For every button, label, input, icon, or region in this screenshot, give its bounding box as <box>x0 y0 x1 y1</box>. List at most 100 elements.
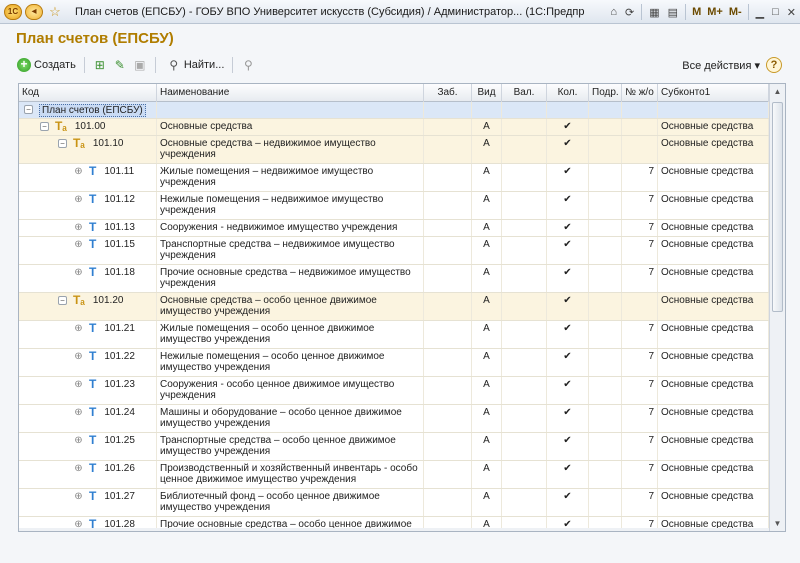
cell-name: Машины и оборудование – особо ценное дви… <box>157 405 424 432</box>
cell-currency <box>502 119 547 135</box>
account-icon: T <box>89 164 97 178</box>
refresh-icon[interactable]: ⟳ <box>625 6 634 19</box>
expand-icon[interactable]: ⊕ <box>74 195 83 205</box>
edit-pencil-icon[interactable]: ✎ <box>112 57 128 73</box>
collapse-icon[interactable]: − <box>40 122 49 131</box>
cell-type <box>472 102 502 118</box>
root-label: План счетов (ЕПСБУ) <box>39 104 146 117</box>
column-header-quantity[interactable]: Кол. <box>547 84 589 102</box>
cell-off-balance <box>424 461 472 488</box>
cell-name: Нежилые помещения – особо ценное движимо… <box>157 349 424 376</box>
window-titlebar: 1С ◂ ☆ План счетов (ЕПСБУ) - ГОБУ ВПО Ун… <box>0 0 800 24</box>
app-logo-icon[interactable]: 1С <box>4 3 22 20</box>
expand-icon[interactable]: ⊕ <box>74 223 83 233</box>
account-group-icon: Tₐ <box>73 293 85 307</box>
create-button[interactable]: + Создать <box>14 56 79 74</box>
add-group-icon[interactable]: ⊞ <box>92 57 108 73</box>
cell-department <box>589 164 622 191</box>
table-row[interactable]: − План счетов (ЕПСБУ) <box>19 102 769 119</box>
table-row[interactable]: − Tₐ 101.10 Основные средства – недвижимое … <box>19 136 769 164</box>
cell-type: А <box>472 119 502 135</box>
calculator-icon[interactable]: ▦ <box>649 6 659 19</box>
expand-icon[interactable]: ⊕ <box>74 352 83 362</box>
column-header-department[interactable]: Подр. <box>589 84 622 102</box>
expand-icon[interactable]: ⊕ <box>74 324 83 334</box>
titlebar-separator <box>641 4 643 20</box>
cell-off-balance <box>424 220 472 236</box>
column-header-off-balance[interactable]: Заб. <box>424 84 472 102</box>
scroll-thumb[interactable] <box>772 102 783 312</box>
command-toolbar: + Создать ⊞ ✎ ▣ ⚲ Найти... ⚲ Все действи… <box>14 55 786 75</box>
cell-department <box>589 119 622 135</box>
expand-icon[interactable]: ⊕ <box>74 464 83 474</box>
table-row[interactable]: ⊕ T 101.25 Транспортные средства – особо це… <box>19 433 769 461</box>
cell-subconto1: Основные средства <box>658 349 769 376</box>
cell-currency <box>502 349 547 376</box>
cell-journal: 7 <box>622 377 658 404</box>
cell-quantity: ✔ <box>547 293 589 320</box>
table-row[interactable]: ⊕ T 101.26 Производственный и хозяйственный… <box>19 461 769 489</box>
delete-mark-icon[interactable]: ▣ <box>132 57 148 73</box>
expand-icon[interactable]: ⊕ <box>74 268 83 278</box>
table-row[interactable]: ⊕ T 101.18 Прочие основные средства – недви… <box>19 265 769 293</box>
scroll-down-icon[interactable]: ▼ <box>770 516 785 531</box>
collapse-icon[interactable]: − <box>58 296 67 305</box>
expand-icon[interactable]: ⊕ <box>74 380 83 390</box>
collapse-icon[interactable]: − <box>24 105 33 114</box>
cell-off-balance <box>424 164 472 191</box>
help-button[interactable]: ? <box>766 57 782 73</box>
collapse-icon[interactable]: − <box>58 139 67 148</box>
table-row[interactable]: ⊕ T 101.27 Библиотечный фонд – особо ценное… <box>19 489 769 517</box>
magnifier-icon: ⚲ <box>169 58 179 72</box>
favorite-star-icon[interactable]: ☆ <box>46 4 64 20</box>
column-header-code[interactable]: Код <box>19 84 157 102</box>
cell-quantity: ✔ <box>547 220 589 236</box>
table-row[interactable]: − Tₐ 101.00 Основные средства А ✔ Основные сре… <box>19 119 769 136</box>
expand-icon[interactable]: ⊕ <box>74 167 83 177</box>
maximize-icon[interactable]: □ <box>772 6 779 18</box>
table-row[interactable]: ⊕ T 101.24 Машины и оборудование – особо це… <box>19 405 769 433</box>
table-row[interactable]: − Tₐ 101.20 Основные средства – особо ценно… <box>19 293 769 321</box>
expand-icon[interactable]: ⊕ <box>74 408 83 418</box>
table-row[interactable]: ⊕ T 101.12 Нежилые помещения – недвижимое и… <box>19 192 769 220</box>
table-row[interactable]: ⊕ T 101.21 Жилые помещения – особо ценное д… <box>19 321 769 349</box>
cell-subconto1: Основные средства <box>658 119 769 135</box>
cell-journal <box>622 136 658 163</box>
home-icon[interactable]: ⌂ <box>610 6 617 18</box>
memory-m-minus-button[interactable]: M- <box>729 6 742 18</box>
column-header-subconto1[interactable]: Субконто1 <box>658 84 769 102</box>
cancel-search-icon[interactable]: ⚲ <box>240 57 256 73</box>
cell-journal: 7 <box>622 405 658 432</box>
table-row[interactable]: ⊕ T 101.13 Сооружения - недвижимое имуществ… <box>19 220 769 237</box>
table-row[interactable]: ⊕ T 101.23 Сооружения - особо ценное движим… <box>19 377 769 405</box>
column-header-type[interactable]: Вид <box>472 84 502 102</box>
horizontal-scrollbar[interactable] <box>19 528 769 531</box>
column-header-journal[interactable]: № ж/о <box>622 84 658 102</box>
cell-code: − Tₐ 101.00 <box>19 119 157 135</box>
cell-journal: 7 <box>622 237 658 264</box>
expand-icon[interactable]: ⊕ <box>74 492 83 502</box>
cell-type: А <box>472 192 502 219</box>
memory-m-plus-button[interactable]: M+ <box>707 6 723 18</box>
cell-currency <box>502 265 547 292</box>
table-row[interactable]: ⊕ T 101.11 Жилые помещения – недвижимое иму… <box>19 164 769 192</box>
expand-icon[interactable]: ⊕ <box>74 240 83 250</box>
table-row[interactable]: ⊕ T 101.15 Транспортные средства – недвижим… <box>19 237 769 265</box>
cell-code: − Tₐ 101.10 <box>19 136 157 163</box>
close-icon[interactable]: ✕ <box>787 6 796 19</box>
minimize-icon[interactable]: ▁ <box>756 6 764 19</box>
column-header-currency[interactable]: Вал. <box>502 84 547 102</box>
expand-icon[interactable]: ⊕ <box>74 436 83 446</box>
account-icon: T <box>89 461 97 475</box>
find-button[interactable]: ⚲ Найти... <box>161 56 228 74</box>
back-arrow-icon[interactable]: ◂ <box>25 3 43 20</box>
calendar-icon[interactable]: ▤ <box>668 6 678 19</box>
all-actions-menu[interactable]: Все действия ▾ <box>682 55 760 75</box>
table-row[interactable]: ⊕ T 101.22 Нежилые помещения – особо ценное… <box>19 349 769 377</box>
vertical-scrollbar[interactable]: ▲ ▼ <box>769 84 785 531</box>
memory-m-button[interactable]: M <box>692 6 701 18</box>
cell-currency <box>502 377 547 404</box>
scroll-up-icon[interactable]: ▲ <box>770 84 785 99</box>
cell-quantity: ✔ <box>547 489 589 516</box>
column-header-name[interactable]: Наименование <box>157 84 424 102</box>
